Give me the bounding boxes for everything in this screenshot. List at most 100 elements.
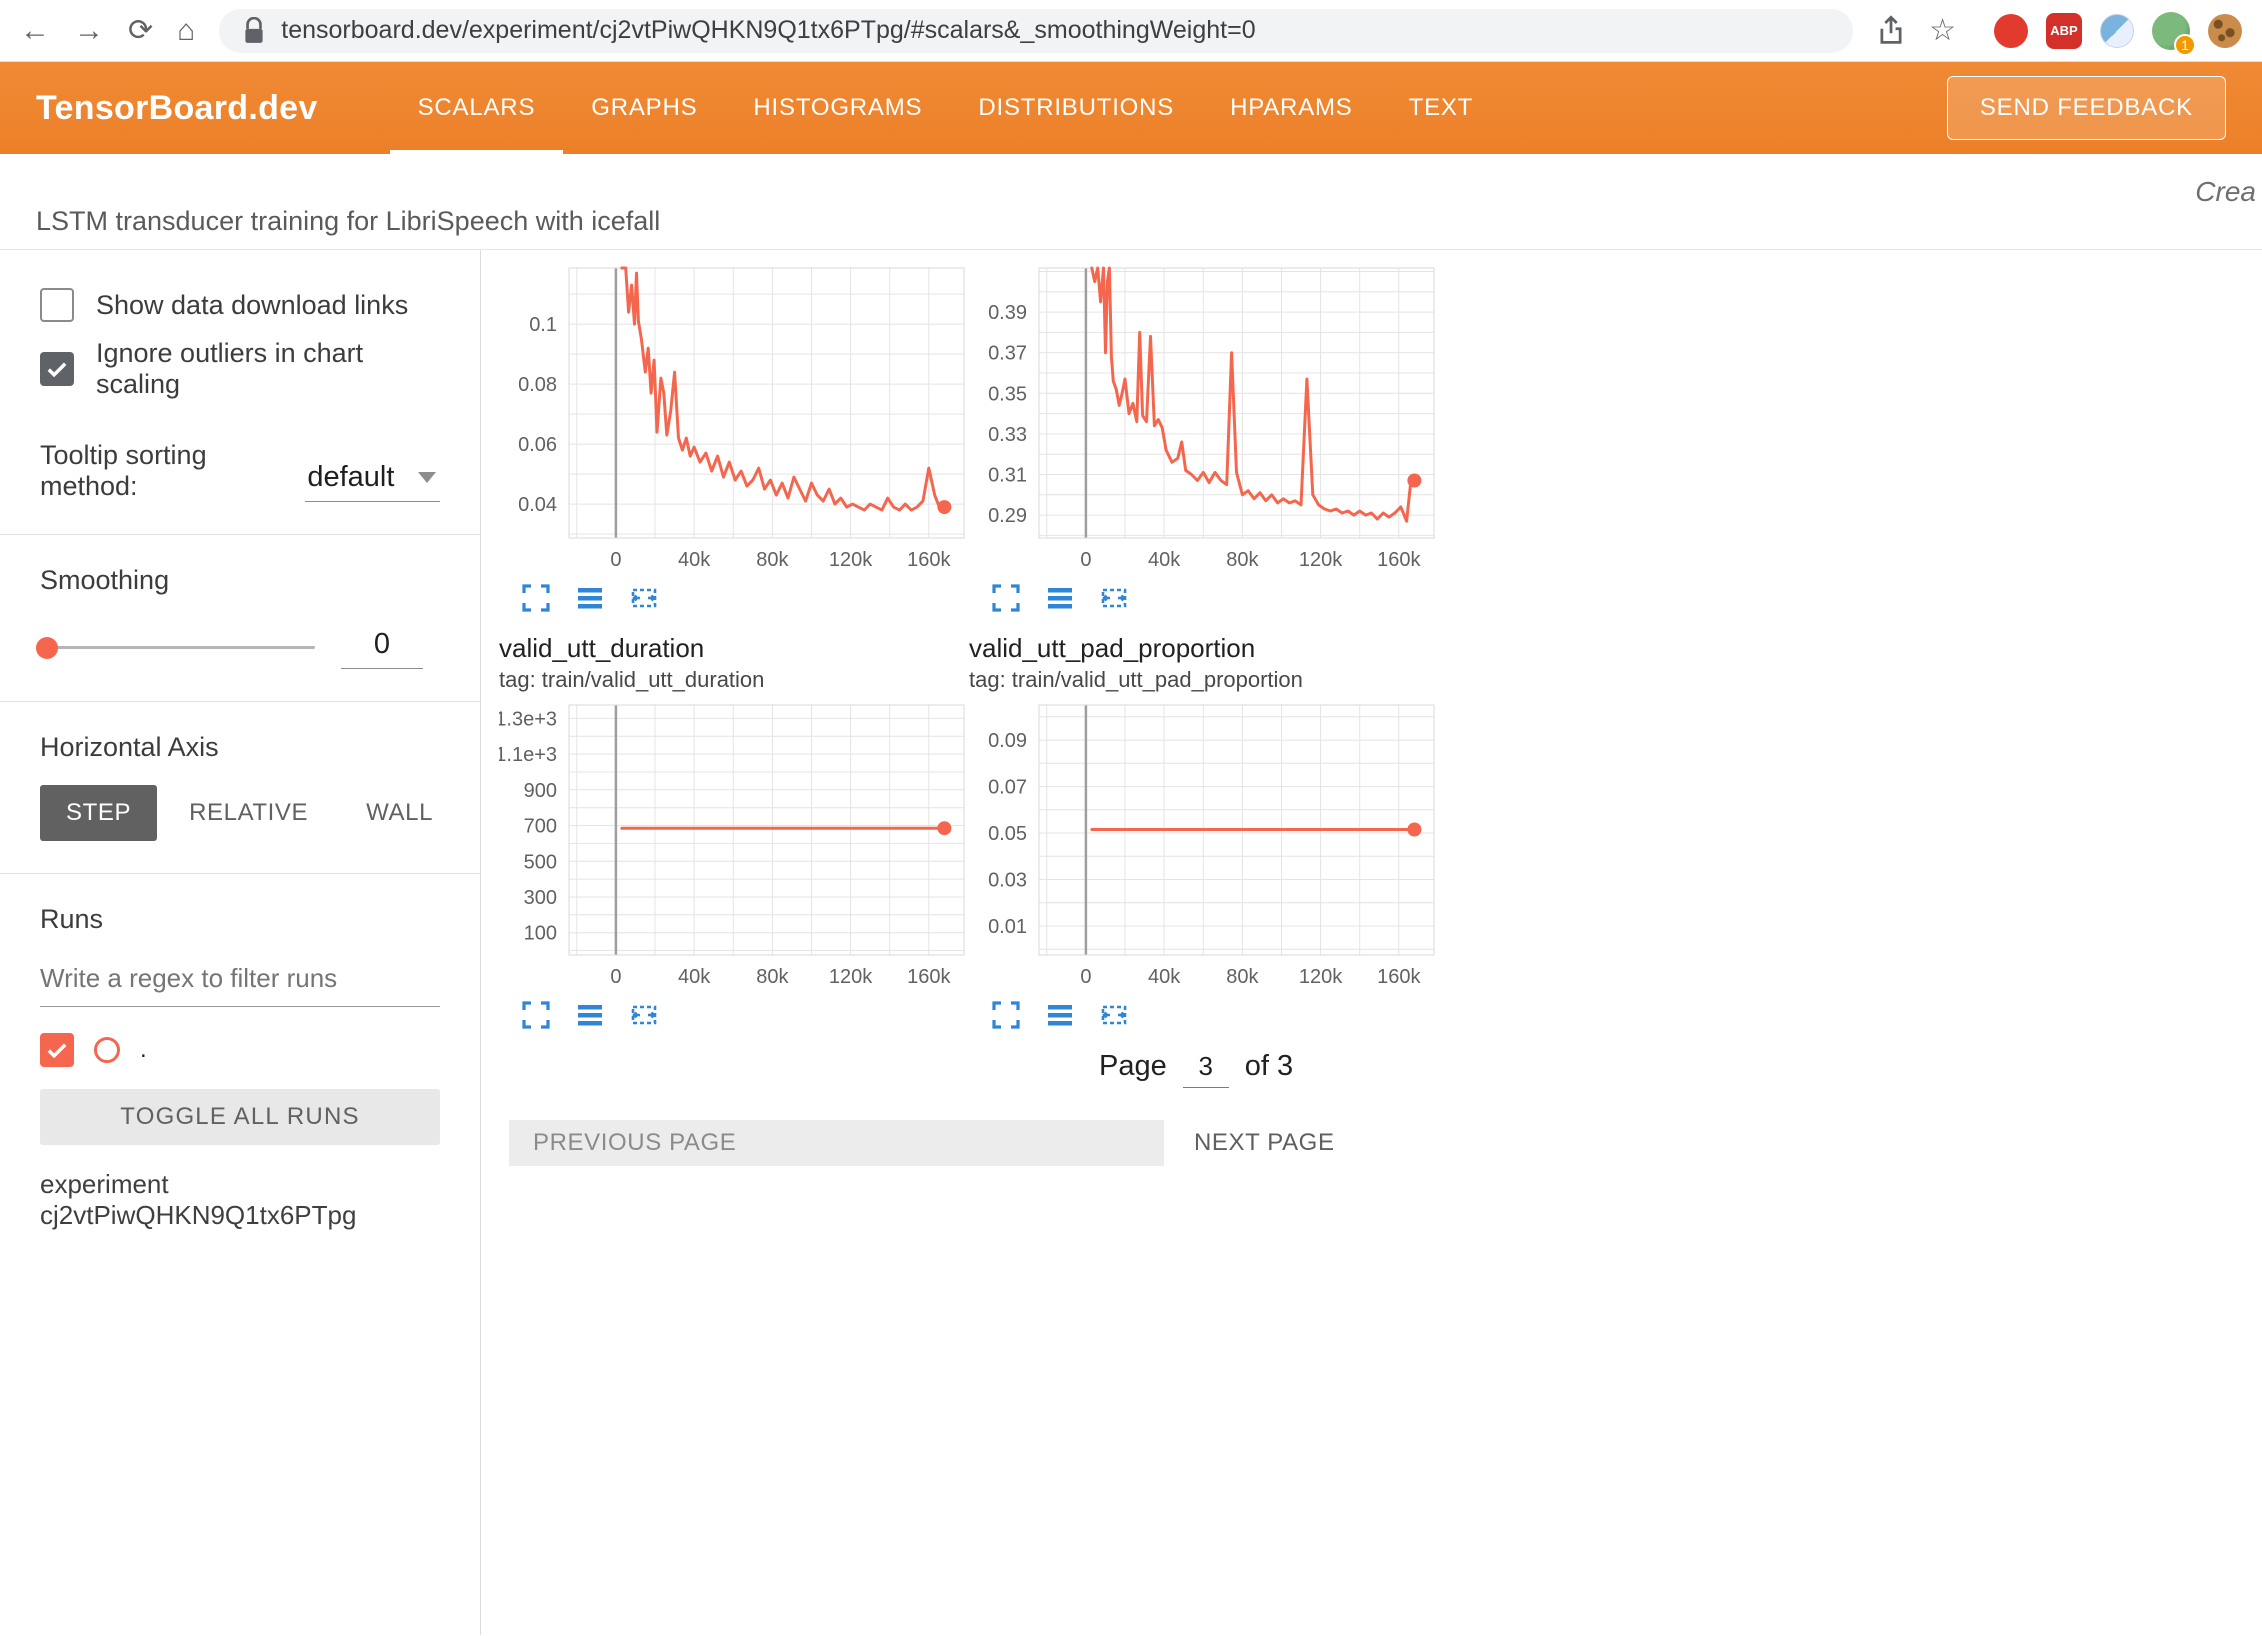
ignore-outliers-row[interactable]: Ignore outliers in chart scaling (40, 338, 440, 400)
show-download-links-label: Show data download links (96, 290, 408, 321)
smoothing-slider-thumb[interactable] (36, 637, 58, 659)
runs-filter-input[interactable] (40, 957, 440, 1007)
content: Show data download links Ignore outliers… (0, 249, 2262, 1635)
svg-text:40k: 40k (1148, 549, 1181, 571)
fit-domain-icon[interactable] (629, 583, 659, 613)
fit-domain-icon[interactable] (1099, 1000, 1129, 1030)
divider (0, 701, 480, 702)
horizontal-axis-section: Horizontal Axis STEP RELATIVE WALL (0, 732, 480, 841)
tab-text[interactable]: TEXT (1381, 62, 1502, 154)
send-feedback-button[interactable]: SEND FEEDBACK (1947, 76, 2226, 140)
tab-hparams[interactable]: HPARAMS (1202, 62, 1381, 154)
svg-text:900: 900 (524, 780, 557, 802)
svg-text:1.3e+3: 1.3e+3 (499, 708, 557, 730)
previous-page-button[interactable]: PREVIOUS PAGE (509, 1120, 1164, 1166)
svg-text:0.1: 0.1 (529, 314, 557, 336)
svg-text:0.07: 0.07 (988, 777, 1027, 799)
toggle-all-runs-button[interactable]: TOGGLE ALL RUNS (40, 1089, 440, 1145)
svg-text:300: 300 (524, 887, 557, 909)
svg-text:120k: 120k (829, 549, 873, 571)
svg-text:0.05: 0.05 (988, 823, 1027, 845)
chart-title: valid_utt_duration (499, 631, 969, 665)
pagination-buttons: PREVIOUS PAGE NEXT PAGE (509, 1120, 2262, 1166)
svg-text:0: 0 (1080, 966, 1091, 988)
expand-chart-icon[interactable] (991, 583, 1021, 613)
line-chart[interactable]: 0.040.060.080.1040k80k120k160k (499, 264, 969, 579)
tab-graphs[interactable]: GRAPHS (563, 62, 725, 154)
abp-extension-icon[interactable]: ABP (2046, 13, 2082, 49)
chart-title: valid_utt_pad_proportion (969, 631, 1439, 665)
cookie-extension-icon[interactable] (2208, 14, 2242, 48)
expand-chart-icon[interactable] (991, 1000, 1021, 1030)
app-logo[interactable]: TensorBoard.dev (36, 89, 318, 128)
forward-icon[interactable]: → (74, 16, 104, 46)
fit-domain-icon[interactable] (629, 1000, 659, 1030)
next-page-button[interactable]: NEXT PAGE (1194, 1129, 1335, 1157)
show-download-links-checkbox[interactable] (40, 288, 74, 322)
page-of-label: of 3 (1245, 1050, 1293, 1083)
svg-text:120k: 120k (1299, 966, 1343, 988)
svg-text:80k: 80k (756, 549, 789, 571)
main-nav: SCALARS GRAPHS HISTOGRAMS DISTRIBUTIONS … (390, 62, 1502, 154)
svg-text:0.04: 0.04 (518, 494, 557, 516)
axis-step-button[interactable]: STEP (40, 785, 157, 841)
data-table-icon[interactable] (1045, 1000, 1075, 1030)
share-icon[interactable] (1877, 15, 1905, 47)
data-table-icon[interactable] (575, 1000, 605, 1030)
run-row: . (40, 1033, 440, 1067)
back-icon[interactable]: ← (20, 16, 50, 46)
smoothing-slider[interactable] (40, 646, 315, 649)
avatar-badge: 1 (2174, 34, 2196, 56)
chart-tag (499, 250, 969, 258)
smoothing-value-input[interactable] (341, 626, 423, 669)
run-checkbox[interactable] (40, 1033, 74, 1067)
tab-scalars[interactable]: SCALARS (390, 62, 564, 154)
extensions-cluster: ABP 1 (1994, 12, 2242, 50)
expand-chart-icon[interactable] (521, 1000, 551, 1030)
svg-text:0.03: 0.03 (988, 870, 1027, 892)
chart-tag: tag: train/valid_utt_duration (499, 665, 969, 695)
tooltip-sorting-label: Tooltip sorting method: (40, 440, 279, 502)
data-table-icon[interactable] (1045, 583, 1075, 613)
divider (0, 873, 480, 874)
svg-text:160k: 160k (907, 549, 951, 571)
url-bar[interactable]: tensorboard.dev/experiment/cj2vtPiwQHKN9… (219, 9, 1853, 53)
page-number-input[interactable] (1183, 1051, 1229, 1088)
reload-icon[interactable]: ⟳ (128, 16, 153, 46)
svg-text:100: 100 (524, 923, 557, 945)
svg-text:0.09: 0.09 (988, 730, 1027, 752)
axis-wall-button[interactable]: WALL (340, 785, 459, 841)
create-link-truncated[interactable]: Crea (2195, 176, 2256, 208)
chart-actions (969, 1000, 1439, 1030)
svg-text:80k: 80k (1226, 549, 1259, 571)
expand-chart-icon[interactable] (521, 583, 551, 613)
extension-icon[interactable] (2100, 14, 2134, 48)
svg-text:160k: 160k (1377, 966, 1421, 988)
chart-actions (499, 1000, 969, 1030)
charts-row-2: valid_utt_duration tag: train/valid_utt_… (499, 621, 2262, 1030)
svg-text:40k: 40k (1148, 966, 1181, 988)
data-table-icon[interactable] (575, 583, 605, 613)
profile-avatar[interactable]: 1 (2152, 12, 2190, 50)
svg-text:0.33: 0.33 (988, 424, 1027, 446)
fit-domain-icon[interactable] (1099, 583, 1129, 613)
axis-relative-button[interactable]: RELATIVE (163, 785, 334, 841)
tab-distributions[interactable]: DISTRIBUTIONS (950, 62, 1202, 154)
chart-tag (969, 250, 1439, 258)
line-chart[interactable]: 0.290.310.330.350.370.39040k80k120k160k (969, 264, 1439, 579)
adblock-extension-icon[interactable] (1994, 14, 2028, 48)
ignore-outliers-checkbox[interactable] (40, 352, 74, 386)
line-chart[interactable]: 0.010.030.050.070.09040k80k120k160k (969, 701, 1439, 996)
home-icon[interactable]: ⌂ (177, 16, 195, 46)
show-download-links-row[interactable]: Show data download links (40, 288, 440, 322)
app-header: TensorBoard.dev SCALARS GRAPHS HISTOGRAM… (0, 62, 2262, 154)
line-chart[interactable]: 1003005007009001.1e+31.3e+3040k80k120k16… (499, 701, 969, 996)
bookmark-star-icon[interactable]: ☆ (1929, 16, 1956, 46)
tooltip-sorting-dropdown[interactable]: default (305, 459, 440, 502)
charts-main: 0.040.060.080.1040k80k120k160k (481, 250, 2262, 1635)
tab-histograms[interactable]: HISTOGRAMS (725, 62, 950, 154)
run-color-swatch[interactable] (94, 1037, 120, 1063)
chart-card: 0.040.060.080.1040k80k120k160k (499, 250, 969, 613)
chart-card: valid_utt_pad_proportion tag: train/vali… (969, 631, 1439, 1030)
svg-text:1.1e+3: 1.1e+3 (499, 744, 557, 766)
